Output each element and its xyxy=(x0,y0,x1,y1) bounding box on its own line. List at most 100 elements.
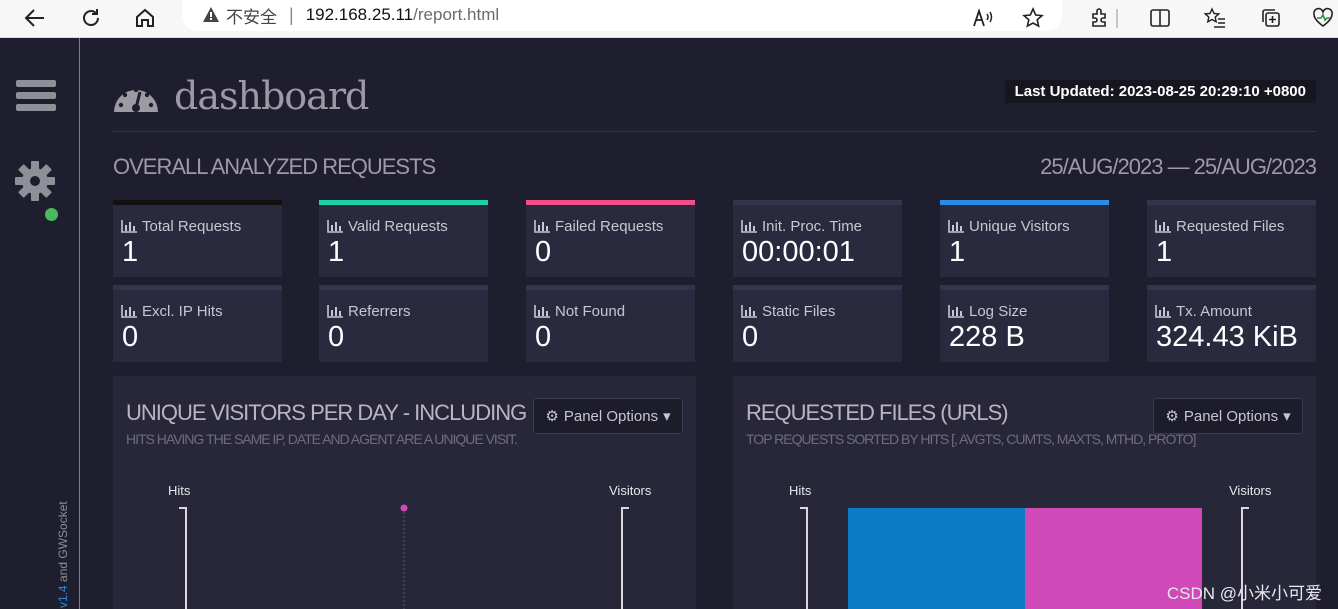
version-label: v1.4 and GWSocket xyxy=(56,501,70,608)
metric-label-text: Init. Proc. Time xyxy=(762,218,863,235)
metric-value: 0 xyxy=(535,321,552,353)
bar-chart-icon xyxy=(741,305,757,318)
metric-value: 1 xyxy=(1156,236,1173,268)
metric-card: Init. Proc. Time 00:00:01 xyxy=(733,200,902,277)
metric-label-text: Tx. Amount xyxy=(1176,303,1252,320)
metric-card: Total Requests 1 xyxy=(113,200,282,277)
metric-value: 0 xyxy=(328,321,345,353)
toolbar-divider: | xyxy=(1114,6,1120,29)
url-host[interactable]: 192.168.25.11 xyxy=(306,5,413,25)
metric-value: 1 xyxy=(949,236,966,268)
home-icon[interactable] xyxy=(130,3,160,33)
metric-label-text: Excl. IP Hits xyxy=(142,303,223,320)
metric-card: Failed Requests 0 xyxy=(526,200,695,277)
metric-value: 228 B xyxy=(949,321,1025,353)
metric-label: Static Files xyxy=(741,303,835,320)
metric-label-text: Unique Visitors xyxy=(969,218,1070,235)
performance-heart-icon[interactable] xyxy=(1308,3,1338,33)
metric-value: 00:00:01 xyxy=(742,236,855,268)
metric-card: Valid Requests 1 xyxy=(319,200,488,277)
metric-label: Failed Requests xyxy=(534,218,663,235)
metric-label: Log Size xyxy=(948,303,1027,320)
bar-chart-icon xyxy=(327,220,343,233)
metric-label-text: Log Size xyxy=(969,303,1028,320)
metric-label: Total Requests xyxy=(121,218,241,235)
page-title: dashboard xyxy=(174,74,369,118)
metric-label: Requested Files xyxy=(1155,218,1284,235)
metric-value: 0 xyxy=(122,321,139,353)
metric-value: 1 xyxy=(122,236,139,268)
bar-chart-icon xyxy=(121,305,137,318)
metric-label-text: Static Files xyxy=(762,303,836,320)
visitors-panel: UNIQUE VISITORS PER DAY - INCLUDING ⚙ Pa… xyxy=(113,376,696,609)
metric-label-text: Valid Requests xyxy=(348,218,448,235)
metric-label: Excl. IP Hits xyxy=(121,303,223,320)
favorites-list-icon[interactable] xyxy=(1200,3,1230,33)
refresh-icon[interactable] xyxy=(76,3,106,33)
date-range: 25/AUG/2023 — 25/AUG/2023 xyxy=(1040,154,1317,179)
bar-chart-icon xyxy=(741,220,757,233)
last-updated-badge: Last Updated: 2023-08-25 20:29:10 +0800 xyxy=(1004,80,1316,103)
data-point[interactable] xyxy=(400,504,408,512)
read-aloud-icon[interactable] xyxy=(968,3,998,33)
settings-gear-icon[interactable] xyxy=(14,160,56,207)
header-divider xyxy=(112,131,1316,132)
visitors-chart xyxy=(400,504,408,609)
speedometer-icon xyxy=(114,87,158,112)
back-arrow-icon[interactable] xyxy=(20,3,50,33)
metric-card: Excl. IP Hits 0 xyxy=(113,285,282,362)
insecure-label[interactable]: 不安全 xyxy=(226,3,277,28)
url-path[interactable]: /report.html xyxy=(413,5,499,25)
favorite-star-icon[interactable] xyxy=(1018,3,1048,33)
requests-chart xyxy=(848,508,1202,609)
requests-panel: REQUESTED FILES (URLS) ⚙ Panel Options ▾… xyxy=(733,376,1316,609)
bar-chart-icon xyxy=(121,220,137,233)
bar-chart-icon xyxy=(534,220,550,233)
hamburger-menu-icon[interactable] xyxy=(16,80,56,112)
metric-label: Init. Proc. Time xyxy=(741,218,862,235)
metric-card: Tx. Amount 324.43 KiB xyxy=(1147,285,1316,362)
warning-icon[interactable] xyxy=(202,6,220,24)
main-content: dashboard Last Updated: 2023-08-25 20:29… xyxy=(80,38,1338,609)
metric-label-text: Referrers xyxy=(348,303,411,320)
metric-label-text: Total Requests xyxy=(142,218,242,235)
version-link[interactable]: v1.4 xyxy=(56,585,70,608)
metric-value: 0 xyxy=(742,321,759,353)
bar-chart-icon xyxy=(327,305,343,318)
metric-value: 0 xyxy=(535,236,552,268)
page-header: dashboard xyxy=(112,74,369,118)
bar-chart-icon xyxy=(948,305,964,318)
browser-toolbar: 不安全 | 192.168.25.11/report.html | xyxy=(0,0,1338,38)
version-suffix: and GWSocket xyxy=(56,501,70,586)
metric-value: 1 xyxy=(328,236,345,268)
collections-icon[interactable] xyxy=(1256,3,1286,33)
metric-label-text: Not Found xyxy=(555,303,626,320)
bar-chart-icon xyxy=(1155,220,1171,233)
metric-label: Tx. Amount xyxy=(1155,303,1252,320)
bar-chart-icon xyxy=(1155,305,1171,318)
metric-card: Requested Files 1 xyxy=(1147,200,1316,277)
bar-chart-icon xyxy=(534,305,550,318)
overview-heading: OVERALL ANALYZED REQUESTS xyxy=(113,154,436,179)
bar-chart-icon xyxy=(948,220,964,233)
metric-label: Referrers xyxy=(327,303,411,320)
metric-value: 324.43 KiB xyxy=(1156,321,1298,353)
watermark: CSDN @小米小可爱 xyxy=(1166,584,1322,603)
metric-card: Referrers 0 xyxy=(319,285,488,362)
split-screen-icon[interactable] xyxy=(1145,3,1175,33)
metric-card: Static Files 0 xyxy=(733,285,902,362)
metric-label-text: Failed Requests xyxy=(555,218,664,235)
address-bar[interactable]: 不安全 | 192.168.25.11/report.html xyxy=(182,0,1062,31)
sidebar: v1.4 and GWSocket xyxy=(0,38,80,609)
address-separator: | xyxy=(289,4,294,25)
metric-label: Unique Visitors xyxy=(948,218,1070,235)
metric-label: Not Found xyxy=(534,303,625,320)
connection-status-dot xyxy=(45,208,58,221)
metric-label: Valid Requests xyxy=(327,218,448,235)
metric-label-text: Requested Files xyxy=(1176,218,1285,235)
metric-card: Log Size 228 B xyxy=(940,285,1109,362)
bar-hits[interactable] xyxy=(848,508,1025,609)
metric-card: Unique Visitors 1 xyxy=(940,200,1109,277)
extensions-icon[interactable] xyxy=(1085,3,1115,33)
metric-card: Not Found 0 xyxy=(526,285,695,362)
